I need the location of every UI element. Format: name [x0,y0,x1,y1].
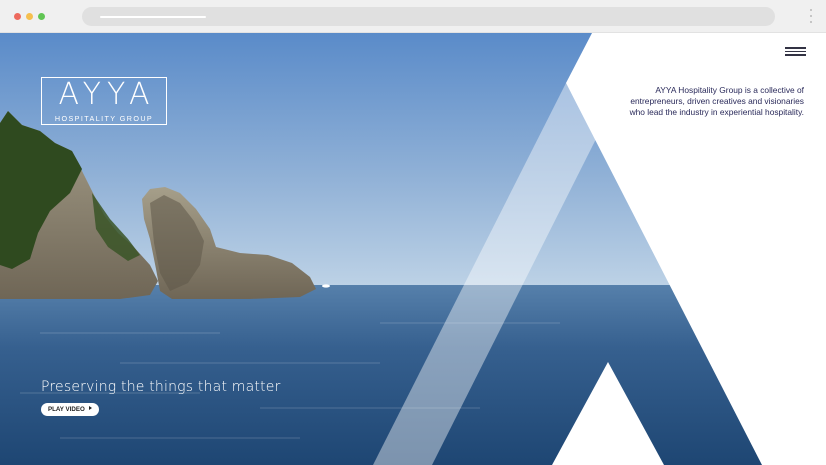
window-minimize-button[interactable] [26,13,33,20]
intro-text: AYYA Hospitality Group is a collective o… [629,85,804,117]
play-video-label: PLAY VIDEO [48,406,85,413]
brand-logo[interactable]: AYYA HOSPITALITY GROUP [41,77,167,125]
play-video-button[interactable]: PLAY VIDEO [41,403,99,416]
window-close-button[interactable] [14,13,21,20]
hero-section: AYYA HOSPITALITY GROUP AYYA Hospitality … [0,33,826,465]
kebab-menu-icon[interactable] [809,9,813,25]
boat [322,284,330,288]
address-bar[interactable] [82,7,775,26]
hero-tagline: Preserving the things that matter [41,379,281,395]
browser-chrome [0,0,826,33]
window-maximize-button[interactable] [38,13,45,20]
brand-subtitle: HOSPITALITY GROUP [54,114,154,123]
hamburger-menu-icon[interactable] [785,47,806,56]
play-triangle-icon [88,406,92,411]
address-placeholder [100,16,206,18]
brand-wordmark: AYYA [58,77,156,112]
